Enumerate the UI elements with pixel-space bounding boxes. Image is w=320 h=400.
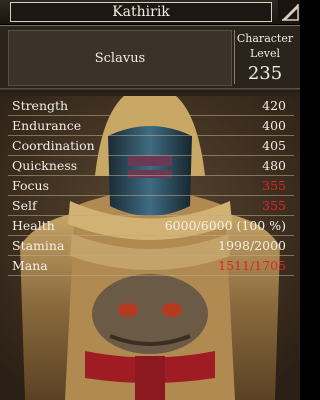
stat-row-mana: Mana 1511/1705 [8,256,294,276]
stat-value: 1998/2000 [218,238,286,253]
stat-label: Stamina [12,238,65,253]
stat-value: 420 [262,98,286,113]
stat-row-strength: Strength 420 [8,96,294,116]
stat-row-health: Health 6000/6000 (100 %) [8,216,294,236]
stat-value: 6000/6000 (100 %) [164,218,286,233]
stat-label: Coordination [12,138,95,153]
row-divider [8,275,294,276]
stat-value: 480 [262,158,286,173]
header-divider [0,88,300,92]
stat-label: Health [12,218,55,233]
stat-label: Strength [12,98,69,113]
character-header: Sclavus Character Level 235 [0,26,300,88]
stat-label: Endurance [12,118,82,133]
stat-label: Quickness [12,158,78,173]
character-name: Sclavus [8,30,232,86]
stat-row-coordination: Coordination 405 [8,136,294,156]
stat-row-self: Self 355 [8,196,294,216]
level-value: 235 [247,63,283,84]
stat-label: Mana [12,258,48,273]
stat-row-stamina: Stamina 1998/2000 [8,236,294,256]
title-bar[interactable]: Kathirik [0,0,300,27]
level-label-line2: Level [249,47,281,60]
stat-row-focus: Focus 355 [8,176,294,196]
stat-value: 405 [262,138,286,153]
level-label-line1: Character [236,32,294,45]
corner-ornament-icon [278,0,300,22]
stat-value: 400 [262,118,286,133]
stat-value: 355 [262,178,286,193]
window-title: Kathirik [10,2,272,22]
stat-value: 355 [262,198,286,213]
stats-list: Strength 420 Endurance 400 Coordination … [8,96,294,276]
stat-row-endurance: Endurance 400 [8,116,294,136]
stat-label: Focus [12,178,49,193]
stat-value: 1511/1705 [218,258,286,273]
stat-label: Self [12,198,37,213]
character-level-box: Character Level 235 [234,30,295,84]
stat-row-quickness: Quickness 480 [8,156,294,176]
character-window: Kathirik Sclavus Character Level 235 Str… [0,0,300,400]
